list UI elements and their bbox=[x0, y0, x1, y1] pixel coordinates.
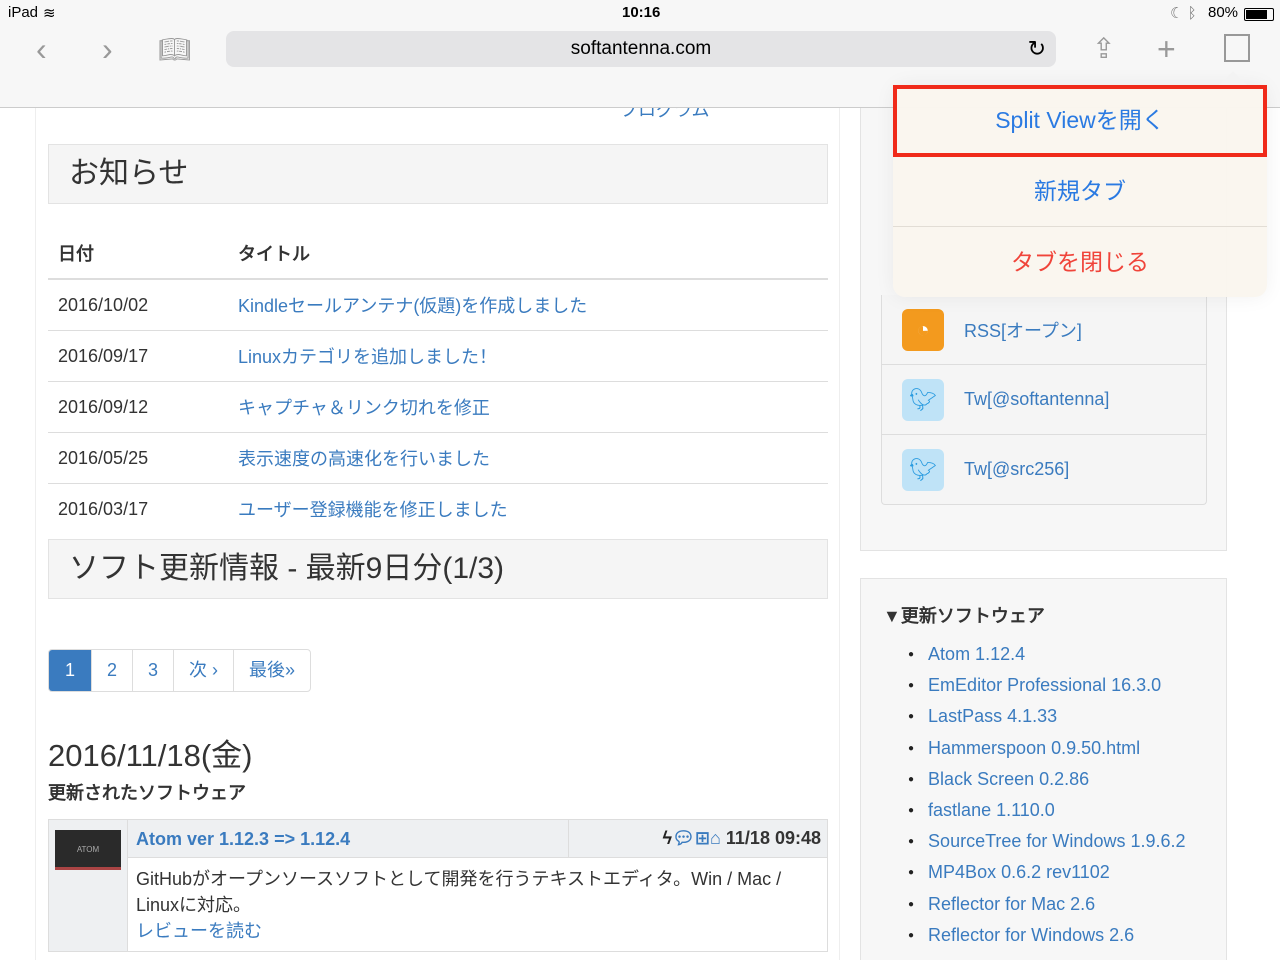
list-item[interactable]: Reflector for Mac 2.6 bbox=[908, 894, 1186, 925]
date: 2016/09/17 bbox=[48, 330, 228, 382]
list-item[interactable]: Black Screen 0.2.86 bbox=[908, 769, 1186, 800]
rss-icon: ◔ bbox=[902, 308, 944, 351]
table-row: 2016/03/17 ユーザー登録機能を修正しました bbox=[48, 484, 828, 535]
news-link[interactable]: Kindleセールアンテナ(仮題)を作成しました bbox=[238, 296, 587, 316]
flash-icon: ϟ bbox=[662, 828, 673, 848]
news-link[interactable]: キャプチャ＆リンク切れを修正 bbox=[238, 398, 490, 418]
col-title: タイトル bbox=[228, 228, 828, 280]
comment-icon: 💬︎ bbox=[672, 828, 695, 848]
close-tab-button[interactable]: タブを閉じる bbox=[893, 227, 1267, 298]
news-link[interactable]: ユーザー登録機能を修正しました bbox=[238, 500, 508, 520]
new-tab-button[interactable]: 新規タブ bbox=[893, 156, 1267, 227]
tabs-icon[interactable] bbox=[1224, 34, 1250, 62]
software-thumbnail[interactable]: ATOM bbox=[55, 830, 121, 870]
entry-title-link[interactable]: Atom ver 1.12.3 => 1.12.4 bbox=[136, 829, 350, 850]
date: 2016/10/02 bbox=[48, 279, 228, 331]
share-icon[interactable]: ⇪ bbox=[1092, 30, 1115, 68]
back-button[interactable]: ‹ bbox=[36, 30, 47, 68]
news-heading: お知らせ bbox=[48, 144, 828, 204]
page-last[interactable]: 最後» bbox=[234, 650, 310, 691]
software-entry: ATOM Atom ver 1.12.3 => 1.12.4 ϟ💬︎⊞⌂ 11/… bbox=[48, 819, 828, 952]
twitter-link[interactable]: 🐦︎ Tw[@softantenna] bbox=[881, 365, 1207, 435]
page-3[interactable]: 3 bbox=[133, 650, 175, 691]
news-link[interactable]: 表示速度の高速化を行いました bbox=[238, 449, 490, 469]
twitter-link[interactable]: 🐦︎ Tw[@src256] bbox=[881, 435, 1207, 505]
list-item[interactable]: Atom 1.12.4 bbox=[908, 644, 1186, 675]
rss-link[interactable]: ◔ RSS[オープン] bbox=[881, 295, 1207, 365]
table-row: 2016/09/17 Linuxカテゴリを追加しました！ bbox=[48, 330, 828, 382]
new-tab-icon[interactable]: + bbox=[1157, 30, 1176, 68]
reload-icon[interactable]: ↻ bbox=[1028, 31, 1046, 67]
table-row: 2016/10/02 Kindleセールアンテナ(仮題)を作成しました bbox=[48, 279, 828, 331]
label: Tw[@src256] bbox=[964, 459, 1070, 479]
page-1[interactable]: 1 bbox=[49, 650, 93, 691]
table-row: 2016/09/12 キャプチャ＆リンク切れを修正 bbox=[48, 381, 828, 433]
col-date: 日付 bbox=[48, 228, 228, 280]
list-item[interactable]: LastPass 4.1.33 bbox=[908, 706, 1186, 737]
review-link[interactable]: レビューを読む bbox=[136, 921, 262, 941]
list-item[interactable]: Reflector for Windows 2.6 bbox=[908, 925, 1186, 956]
date: 2016/03/17 bbox=[58, 498, 149, 519]
page-2[interactable]: 2 bbox=[92, 650, 134, 691]
twitter-icon: 🐦︎ bbox=[902, 378, 944, 421]
date-heading: 2016/11/18(金) bbox=[48, 738, 253, 773]
windows-icon: ⊞ bbox=[694, 828, 711, 848]
list-item[interactable]: EmEditor Professional 16.3.0 bbox=[908, 675, 1186, 706]
updated-list: Atom 1.12.4 EmEditor Professional 16.3.0… bbox=[908, 644, 1186, 956]
home-icon: ⌂ bbox=[710, 828, 721, 848]
highlight-box bbox=[893, 85, 1267, 157]
url-text: softantenna.com bbox=[570, 38, 712, 59]
wifi-icon: ≋ bbox=[43, 5, 56, 22]
popover-arrow bbox=[1219, 71, 1247, 85]
device-name: iPad bbox=[8, 4, 39, 21]
entry-description: GitHubがオープンソースソフトとして開発を行うテキストエディタ。Win / … bbox=[136, 869, 782, 915]
program-link[interactable]: プログラム bbox=[620, 108, 709, 122]
page-next[interactable]: 次 › bbox=[174, 650, 235, 691]
date: 2016/09/12 bbox=[48, 381, 228, 433]
bookmarks-icon[interactable]: 📖︎ bbox=[158, 30, 191, 68]
clock: 10:16 bbox=[622, 4, 661, 21]
label: Tw[@softantenna] bbox=[964, 389, 1110, 409]
news-table: 日付 タイトル 2016/10/02 Kindleセールアンテナ(仮題)を作成しまし… bbox=[48, 228, 828, 534]
label: RSS[オープン] bbox=[964, 320, 1082, 341]
forward-button[interactable]: › bbox=[102, 30, 113, 68]
updates-heading: ソフト更新情報 - 最新9日分(1/3) bbox=[48, 539, 828, 599]
moon-bluetooth-icon: ☾ ᛒ bbox=[1170, 5, 1197, 22]
list-item[interactable]: Hammerspoon 0.9.50.html bbox=[908, 738, 1186, 769]
battery-icon bbox=[1244, 8, 1274, 21]
table-row: 2016/05/25 表示速度の高速化を行いました bbox=[48, 432, 828, 484]
list-item[interactable]: MP4Box 0.6.2 rev1102 bbox=[908, 862, 1186, 893]
list-item[interactable]: fastlane 1.110.0 bbox=[908, 800, 1186, 831]
list-item[interactable]: SourceTree for Windows 1.9.6.2 bbox=[908, 831, 1185, 862]
sub-heading: 更新されたソフトウェア bbox=[48, 783, 246, 803]
twitter-icon: 🐦︎ bbox=[902, 448, 944, 491]
battery-percent: 80% bbox=[1208, 4, 1239, 21]
address-bar[interactable]: softantenna.com ↻ bbox=[226, 31, 1056, 67]
date: 2016/05/25 bbox=[48, 432, 228, 484]
pagination: 1 2 3 次 › 最後» bbox=[48, 649, 312, 692]
updated-heading[interactable]: ▼更新ソフトウェア bbox=[883, 602, 1045, 628]
news-link[interactable]: Linuxカテゴリを追加しました！ bbox=[238, 347, 497, 367]
entry-time: 11/18 09:48 bbox=[725, 828, 821, 848]
